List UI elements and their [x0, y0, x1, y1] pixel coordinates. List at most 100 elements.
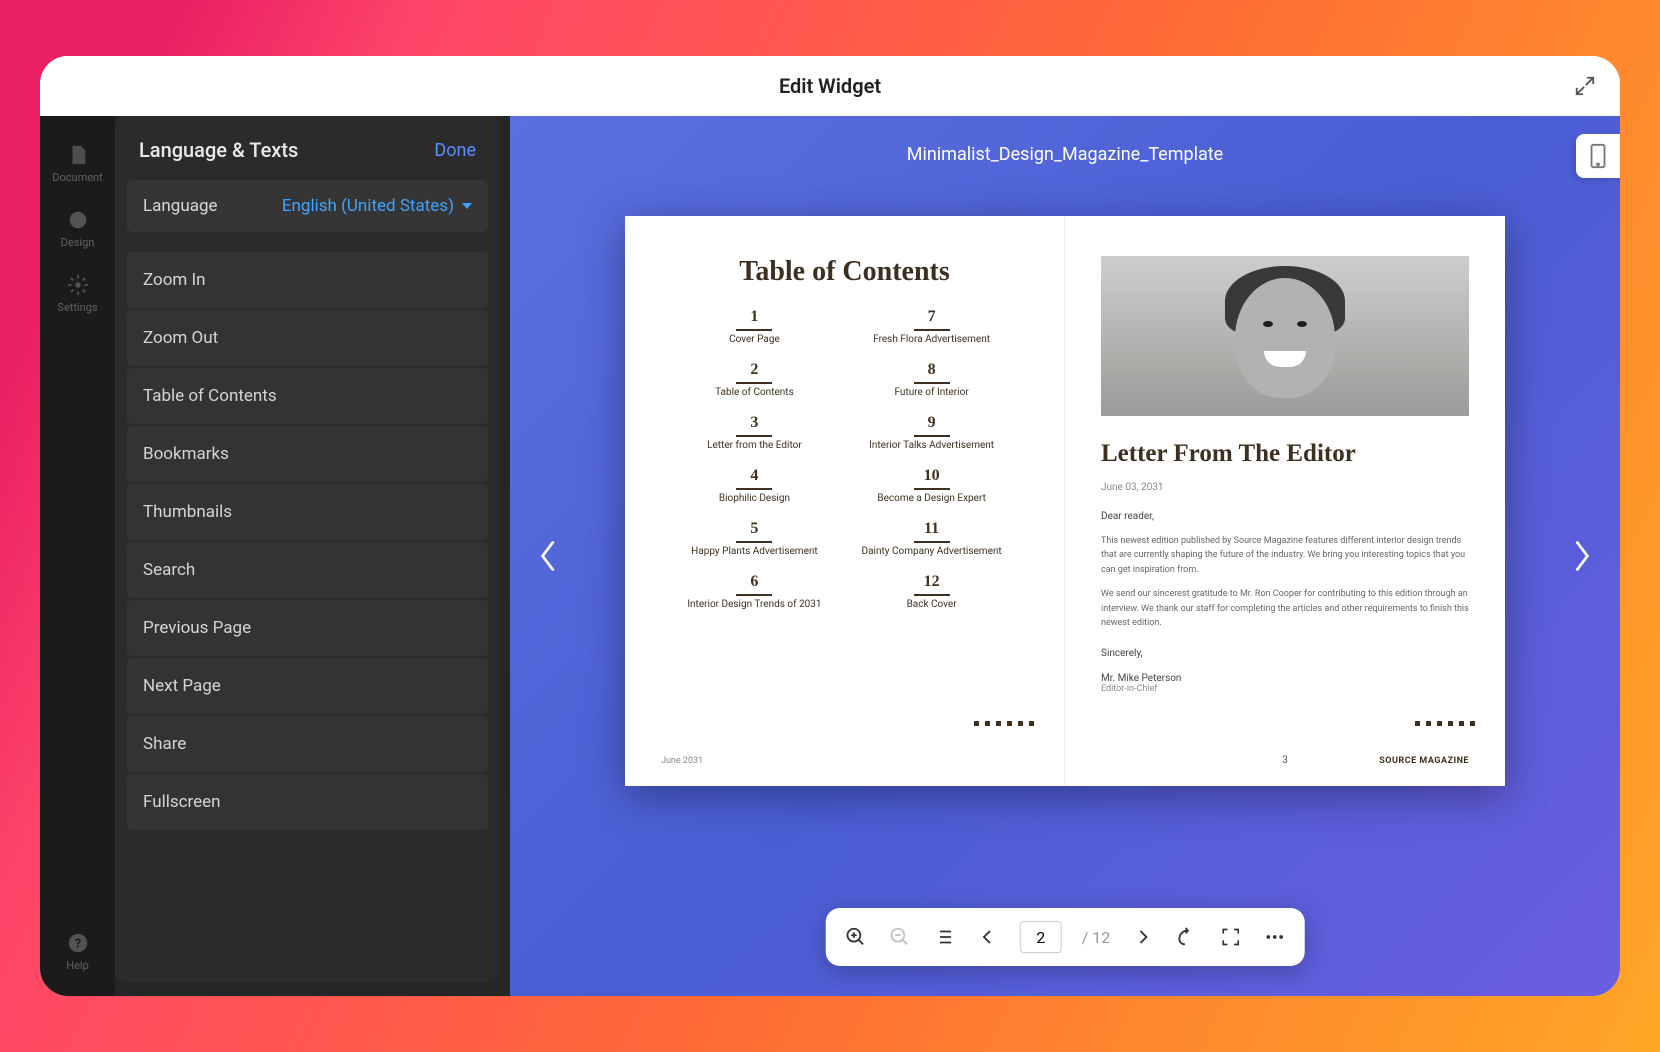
- gear-icon: [66, 273, 90, 297]
- toc-entry: 10Become a Design Expert: [877, 467, 986, 504]
- done-button[interactable]: Done: [434, 140, 476, 161]
- text-item-zoom-out[interactable]: Zoom Out: [127, 310, 488, 366]
- body: Document Design Settings ? Help Language…: [40, 116, 1620, 996]
- toc-entry: 7Fresh Flora Advertisement: [873, 308, 990, 345]
- page-left: Table of Contents 1Cover Page 2Table of …: [625, 216, 1065, 786]
- editor-role: Editor-in-Chief: [1101, 684, 1469, 694]
- list-icon: [933, 926, 955, 948]
- chevron-down-icon: [462, 203, 472, 209]
- toc-entry: 12Back Cover: [907, 573, 957, 610]
- rail-item-settings[interactable]: Settings: [40, 261, 115, 326]
- chevron-left-icon: [537, 538, 559, 574]
- more-icon: [1263, 926, 1285, 948]
- language-value: English (United States): [282, 196, 454, 216]
- page-number: 3: [1282, 755, 1288, 766]
- zoom-in-button[interactable]: [844, 925, 868, 949]
- language-row[interactable]: Language English (United States): [127, 180, 488, 232]
- text-item-thumbnails[interactable]: Thumbnails: [127, 484, 488, 540]
- panel-title: Language & Texts: [139, 138, 298, 162]
- panel-inner: Language & Texts Done Language English (…: [115, 116, 500, 982]
- editor-para2: We send our sincerest gratitude to Mr. R…: [1101, 587, 1469, 630]
- toc-entry: 1Cover Page: [729, 308, 780, 345]
- mobile-preview-button[interactable]: [1576, 134, 1620, 178]
- design-icon: [66, 208, 90, 232]
- rail-label: Document: [52, 171, 102, 184]
- viewer-toolbar: / 12: [826, 908, 1305, 966]
- titlebar-title: Edit Widget: [779, 74, 881, 98]
- toc-button[interactable]: [932, 925, 956, 949]
- svg-text:?: ?: [74, 937, 80, 952]
- text-item-bookmarks[interactable]: Bookmarks: [127, 426, 488, 482]
- page-brand: SOURCE MAGAZINE: [1379, 756, 1469, 766]
- edit-widget-window: Edit Widget Document Design Settings ? H…: [40, 56, 1620, 996]
- text-item-next-page[interactable]: Next Page: [127, 658, 488, 714]
- text-item-share[interactable]: Share: [127, 716, 488, 772]
- editor-title: Letter From The Editor: [1101, 440, 1469, 468]
- fullscreen-button[interactable]: [1218, 925, 1242, 949]
- chevron-right-icon: [1133, 928, 1151, 946]
- toc-col-1: 1Cover Page 2Table of Contents 3Letter f…: [687, 308, 821, 610]
- rail-item-help[interactable]: ? Help: [40, 919, 115, 984]
- zoom-out-icon: [889, 926, 911, 948]
- editor-name: Mr. Mike Peterson: [1101, 673, 1469, 684]
- editor-photo: [1101, 256, 1469, 416]
- toc-entry: 2Table of Contents: [715, 361, 794, 398]
- text-item-search[interactable]: Search: [127, 542, 488, 598]
- language-select[interactable]: English (United States): [282, 196, 472, 216]
- text-item-prev-page[interactable]: Previous Page: [127, 600, 488, 656]
- editor-greeting: Dear reader,: [1101, 511, 1469, 522]
- nav-next-button[interactable]: [1562, 526, 1602, 586]
- document-icon: [66, 143, 90, 167]
- expand-button[interactable]: [1570, 71, 1600, 101]
- page-spread: Table of Contents 1Cover Page 2Table of …: [625, 216, 1505, 786]
- toc-entry: 5Happy Plants Advertisement: [691, 520, 818, 557]
- share-button[interactable]: [1174, 925, 1198, 949]
- page-dots: [974, 721, 1034, 726]
- toc-columns: 1Cover Page 2Table of Contents 3Letter f…: [661, 308, 1028, 610]
- next-page-button[interactable]: [1130, 925, 1154, 949]
- page-total: / 12: [1082, 928, 1111, 947]
- expand-icon: [1574, 75, 1596, 97]
- titlebar: Edit Widget: [40, 56, 1620, 116]
- page-dots: [1415, 721, 1475, 726]
- rail-label: Help: [66, 959, 89, 972]
- panel-header: Language & Texts Done: [115, 116, 500, 180]
- text-item-zoom-in[interactable]: Zoom In: [127, 252, 488, 308]
- rail-label: Design: [61, 236, 95, 249]
- toc-col-2: 7Fresh Flora Advertisement 8Future of In…: [862, 308, 1002, 610]
- text-list: Zoom In Zoom Out Table of Contents Bookm…: [127, 252, 488, 832]
- toc-entry: 4Biophilic Design: [719, 467, 790, 504]
- editor-closing: Sincerely,: [1101, 648, 1469, 659]
- more-button[interactable]: [1262, 925, 1286, 949]
- chevron-left-icon: [979, 928, 997, 946]
- editor-date: June 03, 2031: [1101, 482, 1469, 493]
- toc-entry: 9Interior Talks Advertisement: [869, 414, 994, 451]
- nav-prev-button[interactable]: [528, 526, 568, 586]
- text-item-fullscreen[interactable]: Fullscreen: [127, 774, 488, 830]
- zoom-out-button: [888, 925, 912, 949]
- text-item-toc[interactable]: Table of Contents: [127, 368, 488, 424]
- zoom-in-icon: [845, 926, 867, 948]
- rail-label: Settings: [57, 301, 97, 314]
- left-rail: Document Design Settings ? Help: [40, 116, 115, 996]
- toc-title: Table of Contents: [661, 256, 1028, 288]
- page-right: Letter From The Editor June 03, 2031 Dea…: [1065, 216, 1505, 786]
- fullscreen-icon: [1220, 927, 1240, 947]
- share-icon: [1175, 926, 1197, 948]
- toc-entry: 8Future of Interior: [895, 361, 969, 398]
- toc-entry: 3Letter from the Editor: [707, 414, 802, 451]
- help-icon: ?: [66, 931, 90, 955]
- viewer: Minimalist_Design_Magazine_Template Tabl…: [510, 116, 1620, 996]
- toc-entry: 6Interior Design Trends of 2031: [687, 573, 821, 610]
- rail-item-document[interactable]: Document: [40, 131, 115, 196]
- side-panel: Language & Texts Done Language English (…: [115, 116, 510, 996]
- prev-page-button[interactable]: [976, 925, 1000, 949]
- chevron-right-icon: [1571, 538, 1593, 574]
- language-label: Language: [143, 196, 218, 216]
- toc-entry: 11Dainty Company Advertisement: [862, 520, 1002, 557]
- rail-item-design[interactable]: Design: [40, 196, 115, 261]
- panel-scroll[interactable]: Language English (United States) Zoom In…: [115, 180, 500, 982]
- editor-para1: This newest edition published by Source …: [1101, 534, 1469, 577]
- page-input[interactable]: [1020, 921, 1062, 953]
- page-footer-date: June 2031: [661, 756, 703, 766]
